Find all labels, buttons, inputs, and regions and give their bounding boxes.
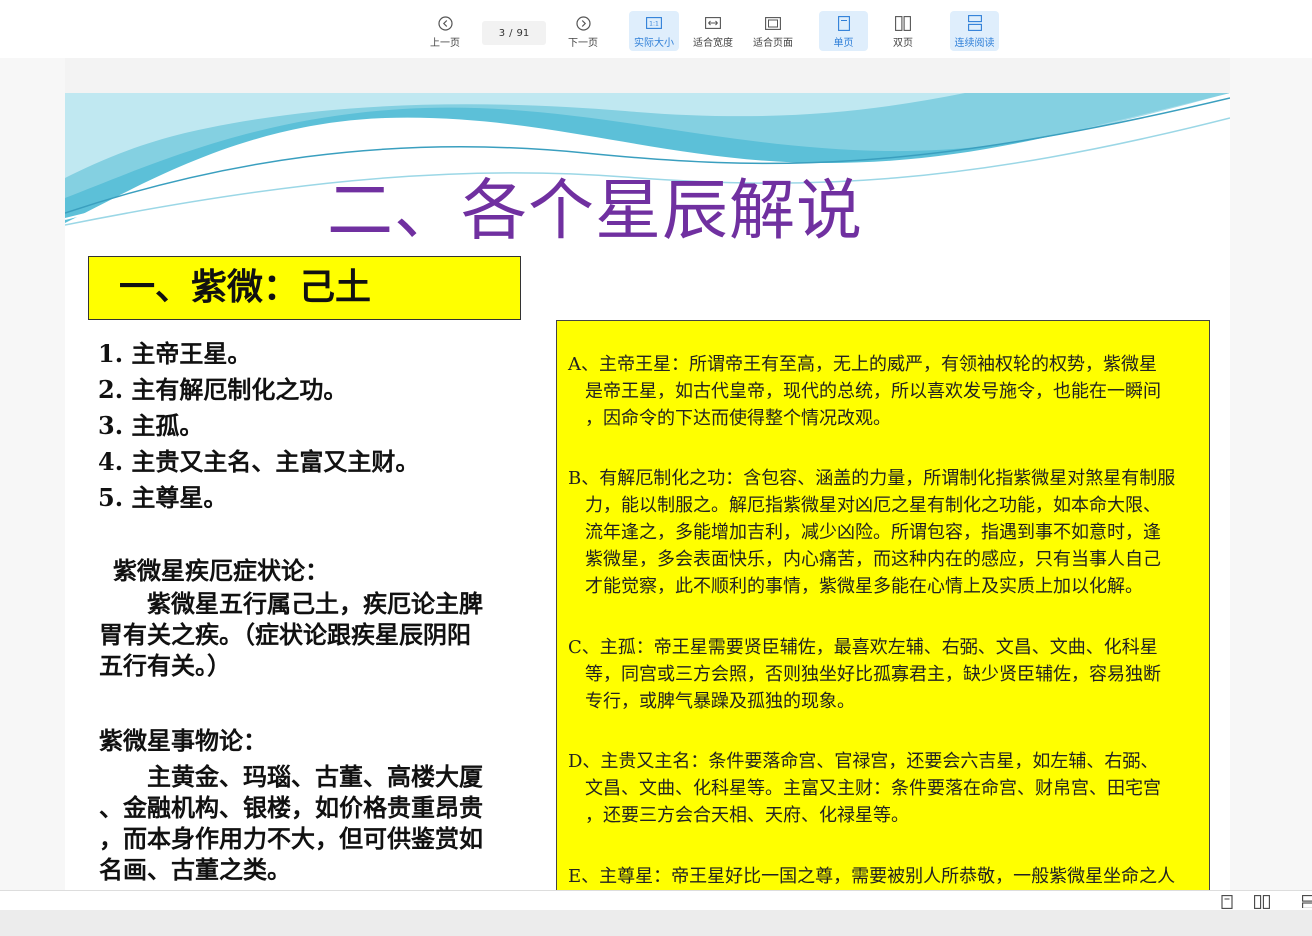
- viewer-toolbar: 上一页 3 / 91 下一页 1:1 实际大小 适合宽度 适合页面 单页 双页 …: [0, 0, 1312, 58]
- double-page-icon[interactable]: [1254, 894, 1270, 909]
- continuous-read-label: 连续阅读: [954, 38, 995, 49]
- illness-title: 紫微星疾厄症状论：: [113, 557, 329, 585]
- fit-width-button[interactable]: 适合宽度: [689, 11, 737, 51]
- list-item: 4. 主贵又主名、主富又主财。: [98, 447, 420, 476]
- illness-body: 紫微星五行属己土，疾厄论主脾 胃有关之疾。（症状论跟疾星辰阴阳 五行有关。）: [99, 589, 483, 682]
- note-a: A、主帝王星：所谓帝王有至高，无上的威严，有领袖权轮的权势，紫微星 是帝王星，如…: [568, 351, 1204, 432]
- text-line: ，还要三方会合天相、天府、化禄星等。: [585, 805, 909, 826]
- single-page-icon: [836, 15, 852, 31]
- text-line: ，而本身作用力不大，但可供鉴赏如: [99, 825, 483, 853]
- text-line: 、金融机构、银楼，如价格贵重昂贵: [99, 794, 483, 822]
- things-title: 紫微星事物论：: [99, 727, 267, 755]
- text-line: 力，能以制服之。解厄指紫微星对凶厄之星有制化之功能，如本命大限、: [585, 495, 1161, 516]
- fit-page-label: 适合页面: [753, 38, 793, 49]
- next-page-label: 下一页: [568, 38, 598, 49]
- text-line: 文昌、文曲、化科星等。主富又主财：条件要落在命宫、财帛宫、田宅宫: [585, 778, 1161, 799]
- list-item: 1. 主帝王星。: [98, 339, 252, 368]
- list-item: 2. 主有解厄制化之功。: [98, 375, 348, 404]
- text-line: 名画、古董之类。: [99, 856, 291, 884]
- svg-text:1:1: 1:1: [649, 21, 659, 28]
- text-line: 五行有关。）: [99, 652, 231, 680]
- things-body: 主黄金、玛瑙、古董、高楼大厦 、金融机构、银楼，如价格贵重昂贵 ，而本身作用力不…: [99, 762, 483, 886]
- status-bar: [0, 890, 1312, 910]
- text-line: E、主尊星：帝王星好比一国之尊，需要被别人所恭敬，一般紫微星坐命之人: [568, 866, 1176, 887]
- document-viewport[interactable]: 二、各个星辰解说 一、紫微：己土 1. 主帝王星。 2. 主有解厄制化之功。 3…: [0, 58, 1312, 890]
- prev-page-label: 上一页: [430, 38, 460, 49]
- chevron-left-icon: [437, 15, 453, 31]
- actual-size-button[interactable]: 1:1 实际大小: [629, 11, 679, 51]
- chevron-right-icon: [575, 15, 591, 31]
- note-d: D、主贵又主名：条件要落命宫、官禄宫，还要会六吉星，如左辅、右弼、 文昌、文曲、…: [568, 748, 1204, 829]
- fit-width-label: 适合宽度: [693, 38, 733, 49]
- text-line: 等，同宫或三方会照，否则独坐好比孤寡君主，缺少贤臣辅佐，容易独断: [585, 664, 1161, 685]
- prev-page-button[interactable]: 上一页: [425, 11, 465, 51]
- illness-section: 紫微星疾厄症状论：: [113, 556, 329, 586]
- next-page-button[interactable]: 下一页: [563, 11, 603, 51]
- list-item: 5. 主尊星。: [98, 483, 228, 512]
- text-line: D、主贵又主名：条件要落命宫、官禄宫，还要会六吉星，如左辅、右弼、: [568, 751, 1159, 772]
- single-page-icon[interactable]: [1221, 894, 1237, 909]
- single-page-button[interactable]: 单页: [819, 11, 868, 51]
- text-line: 才能觉察，此不顺利的事情，紫微星多能在心情上及实质上加以化解。: [585, 576, 1143, 597]
- text-line: B、有解厄制化之功：含包容、涵盖的力量，所谓制化指紫微星对煞星有制服: [568, 468, 1176, 489]
- note-b: B、有解厄制化之功：含包容、涵盖的力量，所谓制化指紫微星对煞星有制服 力，能以制…: [568, 465, 1204, 600]
- fit-page-icon: [765, 15, 781, 31]
- things-section: 紫微星事物论：: [99, 726, 267, 756]
- continuous-read-button[interactable]: 连续阅读: [950, 11, 999, 51]
- text-line: 专行，或脾气暴躁及孤独的现象。: [585, 691, 855, 712]
- text-line: 胃有关之疾。（症状论跟疾星辰阴阳: [99, 621, 471, 649]
- double-page-icon: [895, 15, 911, 31]
- text-line: ，因命令的下达而使得整个情况改观。: [585, 408, 891, 429]
- text-line: A、主帝王星：所谓帝王有至高，无上的威严，有领袖权轮的权势，紫微星: [568, 354, 1157, 375]
- text-line: 主黄金、玛瑙、古董、高楼大厦: [99, 763, 483, 791]
- text-line: 紫微星五行属己土，疾厄论主脾: [99, 590, 483, 618]
- text-line: 是帝王星，如古代皇帝，现代的总统，所以喜欢发号施令，也能在一瞬间: [585, 381, 1161, 402]
- list-item: 3. 主孤。: [98, 411, 204, 440]
- section-heading: 一、紫微：己土: [88, 256, 521, 320]
- key-points-list: 1. 主帝王星。 2. 主有解厄制化之功。 3. 主孤。 4. 主贵又主名、主富…: [98, 336, 419, 516]
- text-line: 流年逢之，多能增加吉利，减少凶险。所谓包容，指遇到事不如意时，逢: [585, 522, 1161, 543]
- page-separator: /: [509, 27, 513, 39]
- fit-page-button[interactable]: 适合页面: [749, 11, 797, 51]
- continuous-icon[interactable]: [1302, 894, 1312, 908]
- page-current: 3: [498, 27, 506, 39]
- actual-size-label: 实际大小: [634, 38, 674, 49]
- double-page-label: 双页: [893, 38, 913, 49]
- double-page-button[interactable]: 双页: [882, 11, 924, 51]
- single-page-label: 单页: [833, 38, 854, 49]
- continuous-icon: [967, 15, 983, 31]
- text-line: C、主孤：帝王星需要贤臣辅佐，最喜欢左辅、右弼、文昌、文曲、化科星: [568, 637, 1158, 658]
- actual-size-icon: 1:1: [646, 15, 662, 31]
- notes-box: A、主帝王星：所谓帝王有至高，无上的威严，有领袖权轮的权势，紫微星 是帝王星，如…: [556, 320, 1210, 890]
- slide-title: 二、各个星辰解说: [327, 172, 863, 249]
- footer-strip: [0, 910, 1312, 936]
- page-total: 91: [516, 27, 530, 39]
- page-indicator[interactable]: 3 / 91: [482, 21, 546, 45]
- text-line: 紫微星，多会表面快乐，内心痛苦，而这种内在的感应，只有当事人自己: [585, 549, 1161, 570]
- slide-page: 二、各个星辰解说 一、紫微：己土 1. 主帝王星。 2. 主有解厄制化之功。 3…: [65, 93, 1230, 890]
- note-c: C、主孤：帝王星需要贤臣辅佐，最喜欢左辅、右弼、文昌、文曲、化科星 等，同宫或三…: [568, 634, 1204, 715]
- note-e: E、主尊星：帝王星好比一国之尊，需要被别人所恭敬，一般紫微星坐命之人: [568, 863, 1204, 890]
- fit-width-icon: [705, 15, 721, 31]
